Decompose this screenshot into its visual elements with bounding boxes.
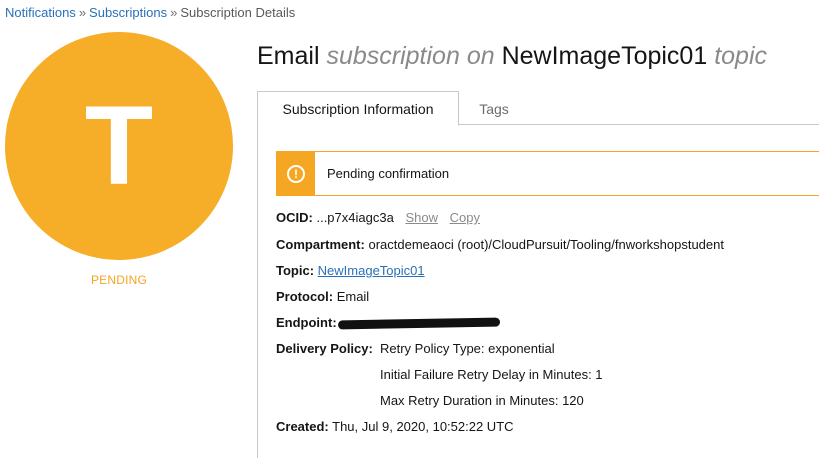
ocid-copy-link[interactable]: Copy [450, 210, 480, 225]
subscription-avatar: T [5, 32, 233, 260]
policy-max-duration: Max Retry Duration in Minutes: 120 [380, 393, 584, 408]
compartment-value: oractdemeaoci (root)/CloudPursuit/Toolin… [368, 237, 724, 252]
status-label: PENDING [90, 273, 148, 287]
endpoint-label: Endpoint: [276, 315, 337, 330]
title-topic-name: NewImageTopic01 [501, 42, 708, 70]
ocid-show-link[interactable]: Show [405, 210, 438, 225]
breadcrumb: Notifications» Subscriptions» Subscription… [5, 5, 295, 20]
topic-link[interactable]: NewImageTopic01 [318, 263, 425, 278]
endpoint-redaction [338, 317, 501, 330]
compartment-label: Compartment: [276, 237, 365, 252]
breadcrumb-current: Subscription Details [180, 5, 296, 20]
alert-text: Pending confirmation [327, 166, 450, 181]
breadcrumb-link-notifications[interactable]: Notifications [5, 5, 76, 20]
breadcrumb-separator: » [78, 5, 87, 20]
page-title: Email subscription on NewImageTopic01 to… [257, 42, 767, 71]
created-value: Thu, Jul 9, 2020, 10:52:22 UTC [332, 419, 514, 434]
avatar-letter: T [84, 83, 154, 208]
delivery-policy-label: Delivery Policy: [276, 341, 373, 356]
delivery-policy-row: Delivery Policy: [276, 341, 373, 356]
protocol-label: Protocol: [276, 289, 334, 304]
policy-initial-delay: Initial Failure Retry Delay in Minutes: … [380, 367, 603, 382]
title-protocol: Email [257, 42, 320, 70]
tab-subscription-information[interactable]: Subscription Information [257, 91, 459, 126]
title-suffix: topic [714, 42, 768, 70]
title-mid: subscription on [326, 42, 495, 70]
tab-tags[interactable]: Tags [459, 91, 529, 126]
compartment-row: Compartment: oractdemeaoci (root)/CloudP… [276, 237, 724, 252]
breadcrumb-separator: » [170, 5, 178, 20]
alert-icon-box: ! [277, 152, 315, 195]
protocol-value: Email [336, 289, 370, 304]
tab-bar: Subscription Information Tags [257, 91, 819, 126]
created-row: Created: Thu, Jul 9, 2020, 10:52:22 UTC [276, 419, 514, 434]
breadcrumb-link-subscriptions[interactable]: Subscriptions [89, 5, 167, 20]
protocol-row: Protocol: Email [276, 289, 369, 304]
ocid-row: OCID: ...p7x4iagc3a Show Copy [276, 210, 480, 225]
created-label: Created: [276, 419, 329, 434]
ocid-label: OCID: [276, 210, 313, 225]
endpoint-row: Endpoint: [276, 315, 501, 330]
policy-retry-type: Retry Policy Type: exponential [380, 341, 555, 356]
ocid-value: ...p7x4iagc3a [316, 210, 394, 225]
alert-exclamation-icon: ! [287, 164, 305, 183]
pending-alert: ! Pending confirmation [276, 151, 819, 196]
topic-label: Topic: [276, 263, 315, 278]
topic-row: Topic: NewImageTopic01 [276, 263, 425, 278]
